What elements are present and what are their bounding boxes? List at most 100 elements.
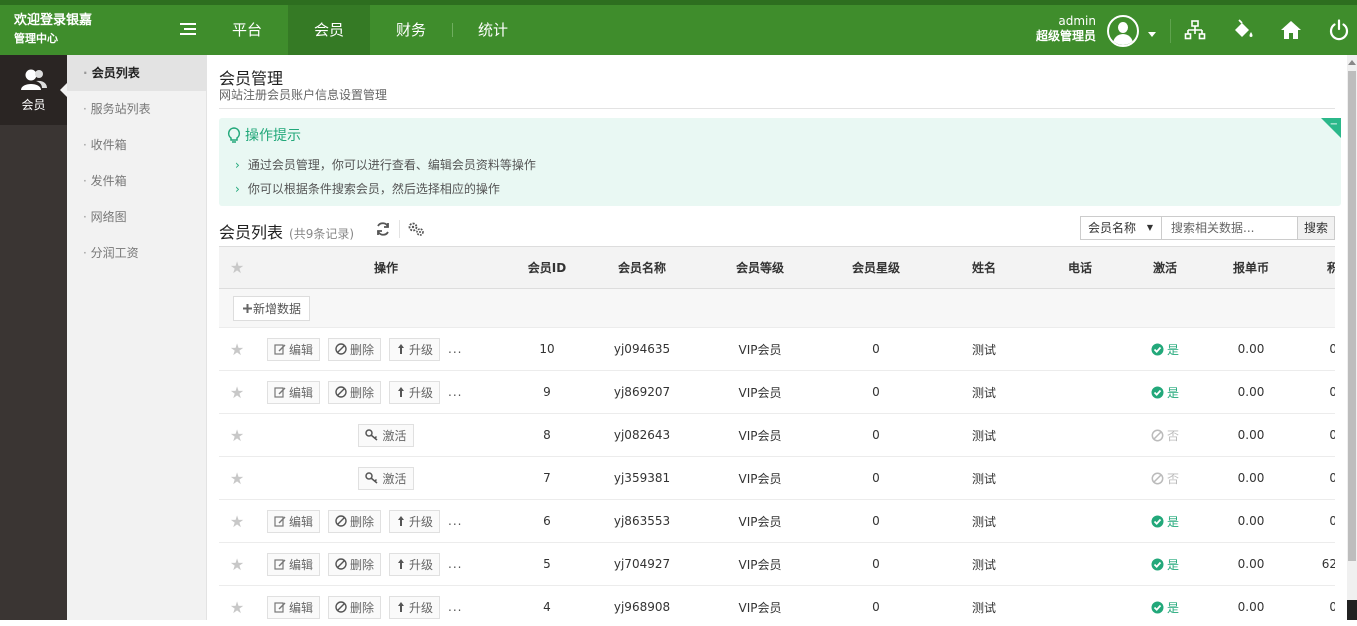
row-star-icon[interactable]: ★ [219,328,255,370]
col-header-name[interactable]: 会员名称 [597,247,687,288]
rail-item-member[interactable]: 会员 [0,55,67,125]
nav-member[interactable]: 会员 [288,5,371,55]
edit-icon [274,344,286,355]
sidebar-item-salary[interactable]: 分润工资 [67,235,206,271]
more-button[interactable]: ... [448,514,462,528]
edit-button[interactable]: 编辑 [267,552,321,576]
col-header-active[interactable]: 激活 [1130,247,1200,288]
row-star-icon[interactable]: ★ [219,414,255,456]
refresh-icon[interactable] [375,221,391,237]
avatar[interactable] [1107,15,1139,47]
edit-button[interactable]: 编辑 [267,337,321,361]
delete-button[interactable]: 删除 [328,509,382,533]
search-field-select[interactable]: 会员名称 [1081,217,1162,239]
user-role: 超级管理员 [1035,29,1096,43]
edit-button[interactable]: 编辑 [267,509,321,533]
col-header-realname[interactable]: 姓名 [949,247,1019,288]
col-header-id[interactable]: 会员ID [517,247,577,288]
edit-icon [274,387,286,398]
nav-finance[interactable]: 财务 [370,5,452,55]
row-actions: 编辑 删除 升级... [267,371,517,413]
active-status: 否 [1151,470,1179,487]
sitemap-icon[interactable] [1184,19,1206,41]
cell-level: VIP会员 [738,514,782,529]
cell-active: 是 [1130,586,1200,626]
tips-panel: − 操作提示 通过会员管理，你可以进行查看、编辑会员资料等操作 你可以根据条件搜… [219,118,1341,206]
table-row: ★ 编辑 删除 升级... 9 yj869207 VIP会员 0 测试 是 0.00 0 [219,371,1335,414]
sidebar-item-member-list[interactable]: 会员列表 [67,55,206,91]
settings-icon[interactable] [407,221,425,237]
activate-button[interactable]: 激活 [358,466,414,490]
cell-coin: 0.00 [1237,385,1265,399]
cell-star: 0 [872,342,880,356]
upgrade-button[interactable]: 升级 [389,380,441,404]
arrow-up-icon [398,344,405,354]
active-status: 是 [1151,341,1179,358]
upgrade-button[interactable]: 升级 [389,552,441,576]
edit-button[interactable]: 编辑 [267,380,321,404]
upgrade-label: 升级 [409,557,434,572]
power-icon[interactable] [1328,19,1350,41]
menu-toggle-icon[interactable] [180,23,196,37]
scroll-up-icon[interactable] [1348,60,1356,65]
member-table: ★ 操作 会员ID 会员名称 会员等级 会员星级 姓名 电话 激活 报单币 积 … [219,246,1335,626]
nav-platform[interactable]: 平台 [206,5,288,55]
add-data-label: 新增数据 [253,302,302,316]
scrollbar[interactable] [1347,55,1357,620]
delete-button[interactable]: 删除 [328,552,382,576]
cell-level: VIP会员 [738,428,782,443]
key-icon [365,472,378,484]
add-data-button[interactable]: 新增数据 [233,296,311,321]
sidebar-item-station-list[interactable]: 服务站列表 [67,91,206,127]
header-star-icon[interactable]: ★ [219,247,255,288]
home-icon[interactable] [1280,19,1302,41]
sidebar-item-network[interactable]: 网络图 [67,199,206,235]
delete-button[interactable]: 删除 [328,595,382,619]
row-star-icon[interactable]: ★ [219,586,255,626]
col-header-points[interactable]: 积 [1313,247,1335,288]
paint-bucket-icon[interactable] [1232,19,1254,41]
upgrade-button[interactable]: 升级 [389,509,441,533]
edit-button[interactable]: 编辑 [267,595,321,619]
chevron-down-icon[interactable] [1148,32,1156,37]
col-header-coin[interactable]: 报单币 [1216,247,1286,288]
user-info[interactable]: admin 超级管理员 [1030,14,1096,44]
table-row: ★ 激活 7 yj359381 VIP会员 0 测试 否 0.00 0 [219,457,1335,500]
ban-icon [1151,429,1164,441]
active-status: 是 [1151,556,1179,573]
collapse-tips-icon[interactable]: − [1321,118,1341,138]
more-button[interactable]: ... [448,342,462,356]
main-content: 会员管理 网站注册会员账户信息设置管理 − 操作提示 通过会员管理，你可以进行查… [207,55,1347,620]
more-button[interactable]: ... [448,557,462,571]
table-row: ★ 编辑 删除 升级... 5 yj704927 VIP会员 0 测试 是 0.00 62 [219,543,1335,586]
check-circle-icon [1151,343,1164,355]
plus-icon [243,304,252,313]
row-star-icon[interactable]: ★ [219,457,255,499]
row-star-icon[interactable]: ★ [219,500,255,542]
search-button[interactable]: 搜索 [1297,217,1334,239]
col-header-level[interactable]: 会员等级 [715,247,805,288]
upgrade-button[interactable]: 升级 [389,595,441,619]
col-header-phone[interactable]: 电话 [1045,247,1115,288]
cell-active: 是 [1130,543,1200,585]
delete-button[interactable]: 删除 [328,380,382,404]
edit-icon [274,559,286,570]
col-header-star[interactable]: 会员星级 [831,247,921,288]
sidebar-item-outbox[interactable]: 发件箱 [67,163,206,199]
activate-button[interactable]: 激活 [358,423,414,447]
ban-icon [335,343,347,355]
cell-level: VIP会员 [738,557,782,572]
row-star-icon[interactable]: ★ [219,371,255,413]
more-button[interactable]: ... [448,385,462,399]
arrow-up-icon [398,516,405,526]
sidebar-item-inbox[interactable]: 收件箱 [67,127,206,163]
search-input[interactable] [1162,217,1297,239]
scroll-down-button[interactable] [1347,600,1357,620]
upgrade-button[interactable]: 升级 [389,337,441,361]
scrollbar-thumb[interactable] [1348,71,1356,561]
sidebar: 会员列表 服务站列表 收件箱 发件箱 网络图 分润工资 [67,55,207,620]
row-star-icon[interactable]: ★ [219,543,255,585]
nav-stats[interactable]: 统计 [452,5,534,55]
more-button[interactable]: ... [448,600,462,614]
delete-button[interactable]: 删除 [328,337,382,361]
